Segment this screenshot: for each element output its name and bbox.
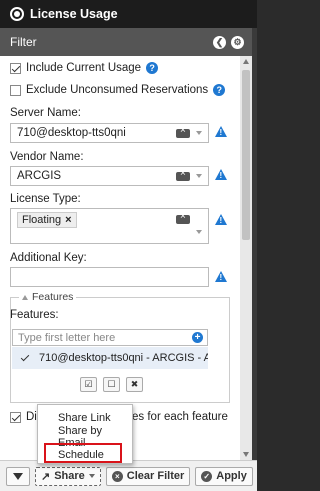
exclude-unconsumed-label: Exclude Unconsumed Reservations [26, 84, 209, 96]
share-icon: ↗ [41, 470, 51, 483]
highlight-box [44, 443, 122, 463]
filter-header: Filter ❮ ⚙ [0, 28, 252, 56]
features-search-input[interactable]: Type first letter here + [12, 329, 208, 346]
vendor-name-value: ARCGIS [17, 170, 62, 182]
include-current-usage-checkbox[interactable] [10, 62, 21, 74]
additional-key-label: Additional Key: [10, 252, 87, 264]
scroll-down-icon[interactable] [243, 452, 249, 457]
clear-icon[interactable] [176, 168, 190, 181]
features-placeholder: Type first letter here [18, 331, 116, 344]
license-type-tag-label: Floating [22, 214, 62, 226]
clear-icon[interactable] [176, 211, 190, 224]
features-label: Features: [10, 309, 59, 321]
panel-edge [252, 28, 257, 460]
exclude-unconsumed-row[interactable]: Exclude Unconsumed Reservations ? [10, 84, 226, 96]
filter-toggle-button[interactable] [6, 466, 30, 486]
scrollbar[interactable] [240, 56, 252, 460]
filter-panel: Include Current Usage ? Exclude Unconsum… [0, 56, 240, 460]
features-legend[interactable]: Features [19, 291, 77, 303]
exclude-unconsumed-checkbox[interactable] [10, 84, 21, 96]
scrollbar-thumb[interactable] [242, 70, 250, 240]
license-type-select[interactable]: Floating × [10, 208, 209, 244]
remove-tag-icon[interactable]: × [65, 214, 71, 226]
clear-icon: × [111, 470, 123, 482]
clear-filter-label: Clear Filter [126, 470, 185, 482]
help-icon[interactable]: ? [146, 62, 159, 74]
clear-features-button[interactable]: ✖ [126, 377, 143, 392]
vendor-name-label: Vendor Name: [10, 151, 84, 163]
share-label: Share [54, 470, 85, 482]
clear-filter-button[interactable]: × Clear Filter [105, 466, 191, 486]
display-option-text-right: nes for each feature [125, 411, 228, 423]
scroll-up-icon[interactable] [243, 59, 249, 64]
share-button[interactable]: ↗ Share [35, 466, 101, 486]
features-list-item[interactable]: 710@desktop-tts0qni - ARCGIS - AC [12, 347, 208, 369]
chevron-down-icon[interactable] [196, 174, 202, 178]
funnel-icon [13, 472, 23, 480]
license-type-tag: Floating × [17, 212, 77, 228]
deselect-all-button[interactable]: ☐ [103, 377, 120, 392]
gear-icon[interactable]: ⚙ [231, 35, 244, 49]
features-actions: ☑ ☐ ✖ [80, 377, 143, 392]
add-icon[interactable]: + [192, 332, 203, 343]
apply-check-icon: ✓ [201, 470, 213, 482]
chevron-down-icon [88, 474, 95, 478]
server-name-value: 710@desktop-tts0qni [17, 127, 126, 139]
select-all-button[interactable]: ☑ [80, 377, 97, 392]
check-icon [20, 353, 31, 364]
include-current-usage-label: Include Current Usage [26, 62, 142, 74]
warning-icon [215, 126, 227, 137]
collapse-triangle-icon[interactable] [22, 294, 28, 300]
vendor-name-select[interactable]: ARCGIS [10, 166, 209, 186]
display-option-checkbox[interactable] [10, 411, 21, 423]
server-name-label: Server Name: [10, 107, 81, 119]
warning-icon [215, 169, 227, 180]
license-type-label: License Type: [10, 193, 81, 205]
license-icon [10, 7, 24, 21]
features-item-label: 710@desktop-tts0qni - ARCGIS - AC [39, 352, 208, 364]
apply-label: Apply [216, 470, 247, 482]
warning-icon [215, 271, 227, 282]
chevron-down-icon[interactable] [196, 131, 202, 135]
apply-button[interactable]: ✓ Apply [195, 466, 253, 486]
bottom-toolbar: ↗ Share × Clear Filter ✓ Apply [0, 460, 257, 491]
filter-label: Filter [10, 35, 37, 49]
help-icon[interactable]: ? [213, 84, 226, 96]
clear-icon[interactable] [176, 125, 190, 138]
include-current-usage-row[interactable]: Include Current Usage ? [10, 62, 159, 74]
app-title: License Usage [30, 7, 118, 21]
warning-icon [215, 214, 227, 225]
additional-key-input[interactable] [10, 267, 209, 287]
collapse-icon[interactable]: ❮ [213, 35, 226, 49]
features-legend-text: Features [32, 291, 74, 303]
server-name-select[interactable]: 710@desktop-tts0qni [10, 123, 209, 143]
title-bar: License Usage [0, 0, 257, 28]
chevron-down-icon[interactable] [196, 230, 202, 234]
